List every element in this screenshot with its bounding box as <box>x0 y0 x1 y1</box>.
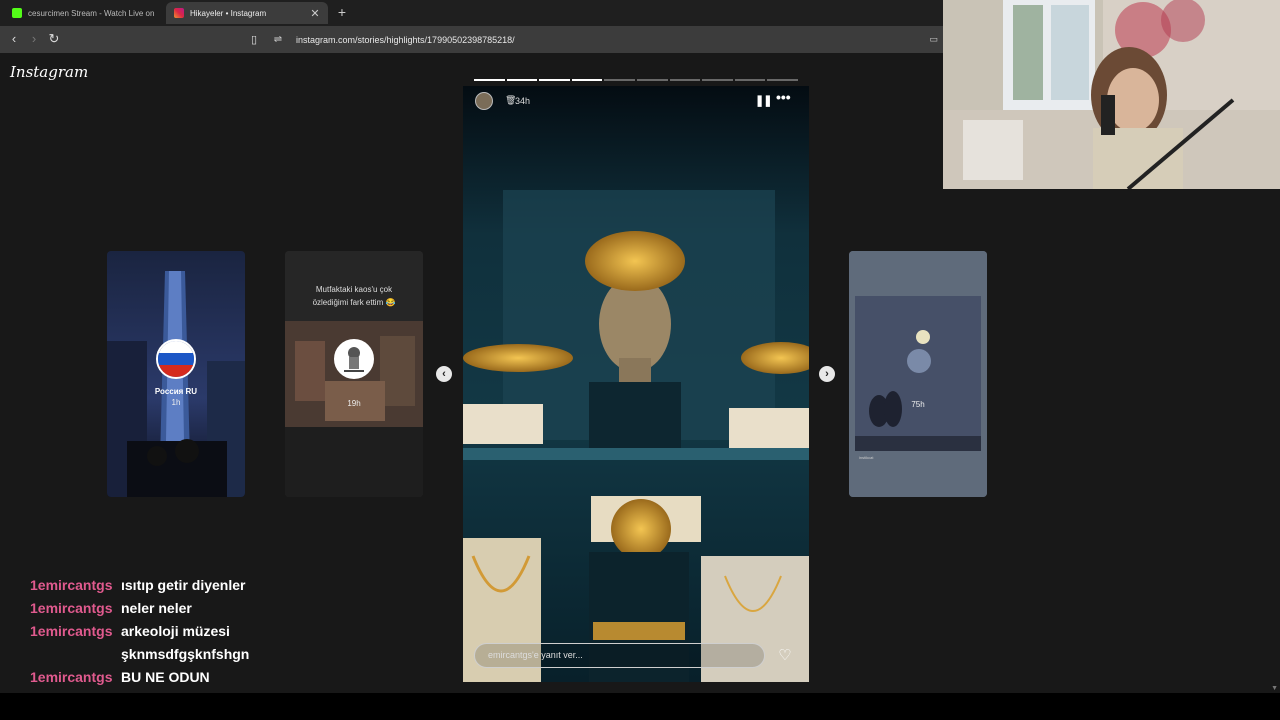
museum-display-image <box>463 86 809 682</box>
heart-icon[interactable]: ♡ <box>776 646 794 664</box>
address-bar[interactable]: ▯ ⇌ instagram.com/stories/highlights/179… <box>246 30 938 49</box>
bookmark-icon[interactable]: ▯ <box>246 33 262 46</box>
side-story-kitchen[interactable]: Mutfaktaki kaos'u çok özlediğimi fark et… <box>285 251 423 497</box>
plus-icon[interactable]: + <box>335 4 349 20</box>
chat-message: 1emircantgs ısıtıp getir diyenler <box>30 574 330 597</box>
story-user-label: Россия RU <box>154 387 198 396</box>
browser-tab-bar: cesurcimen Stream - Watch Live on K Hika… <box>0 0 943 26</box>
russia-flag-avatar <box>156 339 196 379</box>
streamer-webcam-image <box>943 0 1280 189</box>
story-time: 1h <box>171 398 181 407</box>
story-time: 75h <box>911 400 925 409</box>
side-story-russia[interactable]: Россия RU 1h <box>107 251 245 497</box>
chat-text: neler neler <box>121 600 192 616</box>
chat-username: 1emircantgs <box>30 600 113 616</box>
url-text[interactable]: instagram.com/stories/highlights/1799050… <box>296 35 920 45</box>
chat-message: 1emircantgs neler neler <box>30 597 330 620</box>
trash-icon[interactable]: 🗑 <box>505 95 516 106</box>
chat-text: ısıtıp getir diyenler <box>121 577 246 593</box>
instagram-logo[interactable]: Instagram <box>10 63 88 81</box>
back-arrow-icon[interactable]: ‹ <box>6 31 22 47</box>
chef-avatar <box>334 339 374 379</box>
story-caption-line1: Mutfaktaki kaos'u çok <box>315 285 393 294</box>
reload-icon[interactable]: ↻ <box>46 31 62 47</box>
pause-icon[interactable]: ❚❚ <box>755 94 772 107</box>
next-story-button[interactable]: › <box>819 366 835 382</box>
instagram-favicon-icon <box>174 8 184 18</box>
chat-username: 1emircantgs <box>30 577 113 593</box>
chat-username: 1emircantgs <box>30 623 113 639</box>
browser-toolbar: ‹ › ↻ ▯ ⇌ instagram.com/stories/highligh… <box>0 26 943 53</box>
story-time: 19h <box>347 399 361 408</box>
tab-title: cesurcimen Stream - Watch Live on K <box>28 8 154 18</box>
stream-chat: 1emircantgs ısıtıp getir diyenler 1emirc… <box>30 574 330 712</box>
previous-story-button[interactable]: ‹ <box>436 366 452 382</box>
chat-text: arkeoloji müzesi şknmsdfgşknfshgn <box>121 623 250 662</box>
close-tab-icon[interactable]: ✕ <box>310 7 320 20</box>
story-progress-bar <box>474 79 798 81</box>
tab-kick-stream[interactable]: cesurcimen Stream - Watch Live on K <box>4 2 162 24</box>
more-options-icon[interactable]: ••• <box>776 89 791 105</box>
bottom-bar <box>0 693 1280 720</box>
tab-title: Hikayeler • Instagram <box>190 8 267 18</box>
kick-favicon-icon <box>12 8 22 18</box>
story-time: 34h <box>515 96 531 106</box>
tab-instagram[interactable]: Hikayeler • Instagram ✕ <box>166 2 328 24</box>
story-header: 🗑 34h <box>475 91 530 111</box>
site-info-icon[interactable]: ⇌ <box>268 34 288 45</box>
cast-icon[interactable]: ▭ <box>920 34 938 45</box>
main-story-viewer[interactable] <box>463 86 809 682</box>
story-author-avatar[interactable] <box>475 92 493 110</box>
story-footer: instikcat <box>859 455 874 460</box>
webcam-overlay <box>943 0 1280 189</box>
story-reply-input[interactable]: emircantgs'e yanıt ver... <box>474 643 765 668</box>
side-story-cats[interactable]: 75h instikcat <box>849 251 987 497</box>
chat-message: 1emircantgs arkeoloji müzesi şknmsdfgşkn… <box>30 620 330 666</box>
cats-moon-image <box>849 251 987 497</box>
chef-hat-icon <box>344 347 364 372</box>
forward-arrow-icon[interactable]: › <box>26 31 42 47</box>
story-caption-line2: özlediğimi fark ettim 😂 <box>312 298 396 307</box>
scroll-down-icon[interactable]: ▼ <box>1271 685 1278 692</box>
